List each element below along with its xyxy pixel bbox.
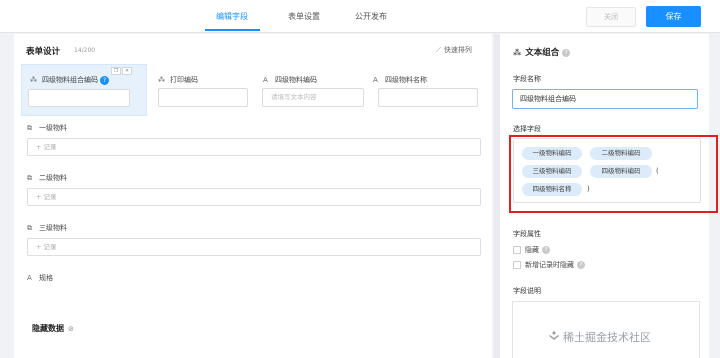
field-count: 14/200 (74, 47, 96, 54)
level2-add-record[interactable]: + 记录 (27, 188, 481, 206)
tree-icon: ⁂ (158, 76, 165, 84)
quick-sort-button[interactable]: ⟋ 快速排列 (436, 45, 472, 55)
field-desc-label: 字段说明 (513, 287, 541, 295)
tab-form-settings[interactable]: 表单设置 (288, 11, 320, 22)
section-label-level1: ⧉ 一级物料 (27, 124, 67, 132)
field-label-level4-name: A 四级物料名称 (373, 76, 427, 84)
level3-add-record[interactable]: + 记录 (27, 238, 481, 256)
active-tab-indicator (205, 29, 260, 31)
print-code-input[interactable] (158, 88, 248, 107)
field-name-label: 字段名称 (513, 75, 541, 83)
section-label-level2: ⧉ 二级物料 (27, 174, 67, 182)
juejin-logo-icon (549, 331, 559, 340)
tab-edit-fields[interactable]: 编辑字段 (216, 11, 248, 22)
tree-icon: ⁂ (513, 48, 522, 57)
tree-icon: ⁂ (30, 76, 37, 84)
tab-public-publish[interactable]: 公开发布 (355, 11, 387, 22)
field-tools: ❐ ✕ (111, 66, 137, 75)
table-icon: ⧉ (27, 224, 32, 232)
highlight-annotation (509, 135, 718, 213)
field-props-label: 字段属性 (513, 230, 541, 238)
new-hide-checkbox-label: 新增记录时隐藏? (525, 260, 585, 270)
hidden-data-title: 隐藏数据 ⊘ (32, 324, 74, 333)
close-button[interactable]: 关闭 (586, 7, 636, 27)
quick-sort-label: 快速排列 (443, 46, 472, 54)
level4-code-input[interactable]: 请填写文本内容 (262, 88, 364, 107)
section-label-level3: ⧉ 三级物料 (27, 224, 67, 232)
watermark: 稀土掘金技术社区 (548, 329, 651, 345)
canvas-title: 表单设计 (26, 47, 61, 57)
help-icon[interactable]: ? (542, 246, 550, 254)
question-icon[interactable]: ? (100, 75, 109, 85)
text-a-icon: A (263, 76, 268, 84)
new-hide-checkbox[interactable] (513, 261, 521, 269)
help-icon[interactable]: ? (577, 261, 585, 269)
level4-name-input[interactable] (378, 88, 478, 107)
eye-off-icon[interactable]: ⊘ (68, 325, 74, 333)
magic-wand-icon: ⟋ (436, 46, 441, 54)
text-a-icon: A (27, 274, 32, 282)
field-label-spec: A 规格 (27, 274, 53, 282)
delete-icon[interactable]: ✕ (122, 67, 132, 75)
hide-checkbox-label: 隐藏? (525, 245, 550, 255)
top-toolbar: 编辑字段 表单设置 公开发布 关闭 保存 (0, 0, 720, 33)
combo-code-input[interactable] (28, 89, 130, 107)
help-icon[interactable]: ? (562, 48, 571, 57)
level1-add-record[interactable]: + 记录 (27, 138, 481, 156)
save-button[interactable]: 保存 (646, 6, 701, 27)
select-field-label: 选择字段 (513, 125, 541, 133)
field-label-level4-code: A 四级物料编码 (263, 76, 317, 84)
field-label-print-code: ⁂ 打印编码 (158, 76, 198, 84)
table-icon: ⧉ (27, 124, 32, 132)
hide-checkbox[interactable] (513, 246, 521, 254)
field-name-input[interactable]: 四级物料组合编码 (512, 89, 698, 109)
panel-title: ⁂ 文本组合? (513, 46, 571, 58)
form-design-canvas: 表单设计 14/200 ⟋ 快速排列 ❐ ✕ ⁂ 四级物料组合编码? ⁂ 打印编码 A四… (14, 34, 492, 358)
field-label-combo-code: ⁂ 四级物料组合编码? (30, 75, 109, 85)
table-icon: ⧉ (27, 174, 32, 182)
copy-icon[interactable]: ❐ (111, 67, 121, 75)
text-a-icon: A (373, 76, 378, 84)
